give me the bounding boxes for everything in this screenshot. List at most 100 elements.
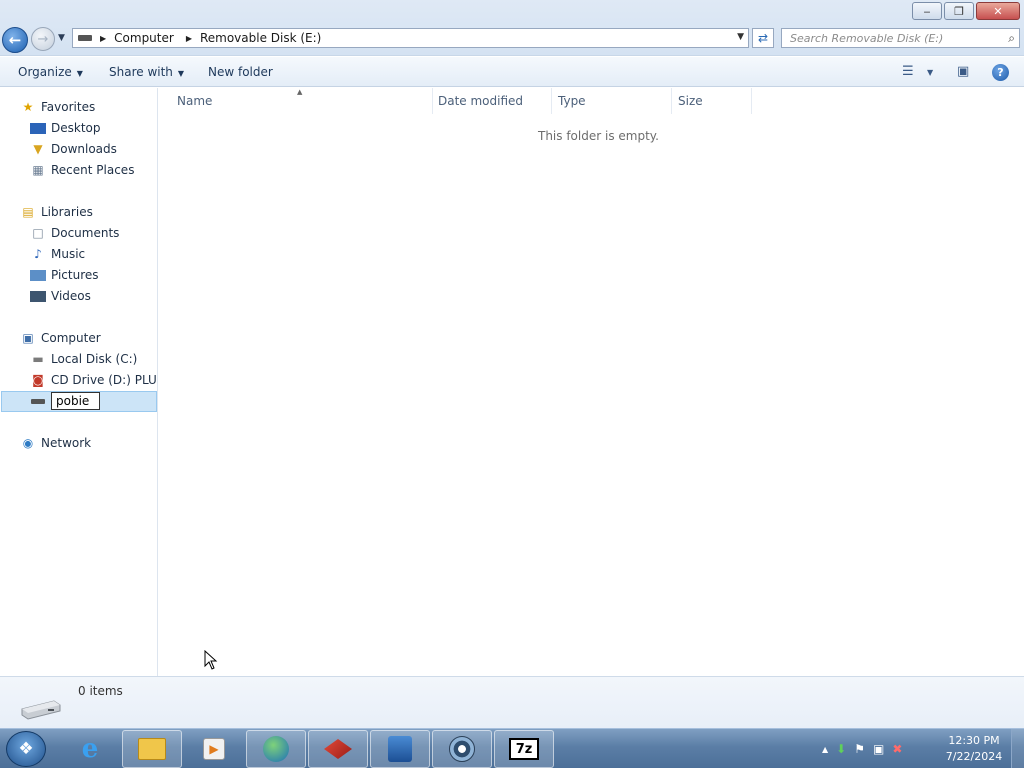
minimize-icon[interactable]: ‒	[912, 2, 942, 20]
nav-label: CD Drive (D:) PLUS98	[51, 373, 157, 387]
view-options-dropdown-icon[interactable]: ▼	[927, 68, 933, 77]
taskbar: ❖ e ▶ 7z ▲ ⬇ ⚑ ▣ ✖ 12:30 PM 7/22/2024	[0, 728, 1024, 768]
nav-music[interactable]: ♪ Music	[30, 244, 85, 264]
share-with-button[interactable]: Share with ▼	[109, 65, 184, 79]
nav-label: Downloads	[51, 142, 117, 156]
hard-disk-icon: ▬	[32, 352, 44, 366]
removable-drive-icon	[21, 700, 61, 720]
rename-field[interactable]	[51, 392, 100, 410]
address-dropdown-icon[interactable]: ▼	[737, 32, 744, 42]
red-app-icon[interactable]	[308, 730, 368, 768]
libraries-icon: ▤	[22, 205, 34, 219]
column-divider[interactable]	[432, 88, 433, 114]
close-icon[interactable]: ✕	[976, 2, 1020, 20]
nav-libraries[interactable]: ▤ Libraries	[20, 202, 93, 222]
disk-app-icon[interactable]	[370, 730, 430, 768]
restore-icon[interactable]: ❐	[944, 2, 974, 20]
show-desktop-button[interactable]	[1011, 729, 1024, 768]
nav-removable-disk-e[interactable]	[30, 391, 100, 411]
nav-label: Pictures	[51, 268, 99, 282]
column-header-name[interactable]: Name	[177, 94, 212, 108]
nav-label: Desktop	[51, 121, 101, 135]
computer-icon: ▣	[22, 331, 34, 345]
breadcrumb-removable-disk[interactable]: Removable Disk (E:)	[200, 31, 321, 45]
nav-label: Recent Places	[51, 163, 135, 177]
nav-label: Videos	[51, 289, 91, 303]
sort-indicator-icon: ▲	[297, 88, 303, 96]
forward-button[interactable]: →	[31, 27, 55, 51]
videos-icon	[30, 290, 46, 302]
nav-network[interactable]: ◉ Network	[20, 433, 91, 453]
column-divider[interactable]	[751, 88, 752, 114]
start-button[interactable]: ❖	[6, 731, 46, 767]
organize-button[interactable]: Organize ▼	[18, 65, 83, 79]
sevenzip-icon[interactable]: 7z	[494, 730, 554, 768]
removable-drive-icon	[78, 35, 92, 41]
nav-label: Libraries	[41, 205, 93, 219]
navigation-pane: ★ Favorites Desktop ▼ Downloads ▦ Recent…	[0, 88, 158, 676]
window-controls: ‒ ❐ ✕	[912, 2, 1020, 20]
browser-app-icon[interactable]	[432, 730, 492, 768]
nav-local-disk-c[interactable]: ▬ Local Disk (C:)	[30, 349, 137, 369]
clock[interactable]: 12:30 PM 7/22/2024	[944, 733, 1004, 765]
help-icon[interactable]: ?	[992, 64, 1009, 81]
music-note-icon: ♪	[34, 247, 42, 261]
organize-label: Organize	[18, 65, 72, 79]
change-view-icon[interactable]: ☰	[902, 64, 914, 79]
mouse-cursor-icon	[204, 650, 218, 670]
desktop-icon	[30, 122, 46, 134]
chevron-down-icon: ▼	[76, 69, 83, 78]
removable-drive-icon	[30, 394, 46, 408]
breadcrumb-arrow-icon[interactable]: ▶	[100, 34, 106, 43]
explorer-icon[interactable]	[122, 730, 182, 768]
details-pane: 0 items	[0, 676, 1024, 728]
address-bar[interactable]: ▶ Computer ▶ Removable Disk (E:) ▼	[72, 28, 749, 48]
back-button[interactable]: ←	[2, 27, 28, 53]
cd-drive-icon: ◙	[32, 373, 44, 387]
file-list-area[interactable]: ▲ Name Date modified Type Size This fold…	[159, 88, 1024, 676]
new-folder-button[interactable]: New folder	[208, 65, 273, 79]
column-header-date-modified[interactable]: Date modified	[438, 94, 523, 108]
recent-locations-dropdown-icon[interactable]: ▼	[58, 33, 65, 43]
nav-label: Network	[41, 436, 92, 450]
search-input[interactable]	[790, 31, 990, 45]
refresh-icon[interactable]: ⇄	[752, 28, 774, 48]
network-globe-icon[interactable]	[246, 730, 306, 768]
media-player-icon[interactable]: ▶	[184, 730, 244, 768]
volume-muted-icon[interactable]: ✖	[892, 742, 902, 756]
column-header-type[interactable]: Type	[558, 94, 586, 108]
nav-computer[interactable]: ▣ Computer	[20, 328, 100, 348]
empty-folder-message: This folder is empty.	[538, 129, 659, 143]
column-divider[interactable]	[551, 88, 552, 114]
nav-pictures[interactable]: Pictures	[30, 265, 99, 285]
clock-date: 7/22/2024	[945, 750, 1003, 763]
nav-label: Local Disk (C:)	[51, 352, 138, 366]
action-center-flag-icon[interactable]: ⚑	[854, 742, 865, 756]
show-hidden-icons-icon[interactable]: ▲	[822, 745, 828, 754]
nav-videos[interactable]: Videos	[30, 286, 91, 306]
search-icon[interactable]: ⌕	[1008, 31, 1015, 46]
breadcrumb-arrow-icon[interactable]: ▶	[186, 34, 192, 43]
nav-recent-places[interactable]: ▦ Recent Places	[30, 160, 134, 180]
nav-documents[interactable]: □ Documents	[30, 223, 119, 243]
recent-places-icon: ▦	[32, 163, 44, 177]
network-status-icon[interactable]: ▣	[873, 742, 884, 756]
breadcrumb-computer[interactable]: Computer	[114, 31, 174, 45]
command-bar: Organize ▼ Share with ▼ New folder ☰ ▼ ▣	[0, 57, 1024, 87]
nav-cd-drive-d[interactable]: ◙ CD Drive (D:) PLUS98	[30, 370, 157, 390]
column-divider[interactable]	[671, 88, 672, 114]
system-tray: ▲ ⬇ ⚑ ▣ ✖	[822, 729, 910, 768]
nav-desktop[interactable]: Desktop	[30, 118, 101, 138]
share-with-label: Share with	[109, 65, 173, 79]
search-box[interactable]: ⌕	[781, 28, 1020, 48]
star-icon: ★	[22, 100, 34, 114]
column-header-size[interactable]: Size	[678, 94, 703, 108]
nav-downloads[interactable]: ▼ Downloads	[30, 139, 117, 159]
nav-favorites[interactable]: ★ Favorites	[20, 97, 96, 117]
network-icon: ◉	[22, 436, 34, 450]
preview-pane-icon[interactable]: ▣	[957, 64, 969, 79]
ie-icon[interactable]: e	[60, 730, 120, 768]
nav-label: Documents	[51, 226, 120, 240]
pictures-icon	[30, 269, 46, 281]
download-manager-icon[interactable]: ⬇	[836, 742, 846, 756]
